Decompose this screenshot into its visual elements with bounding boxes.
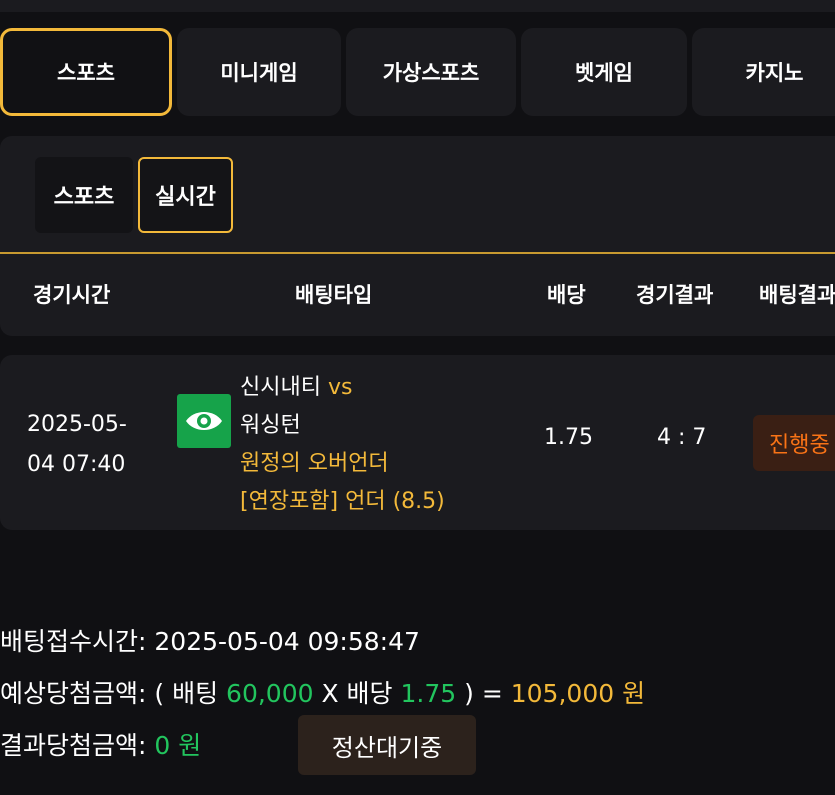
header-match-time: 경기시간: [33, 283, 111, 307]
tab-virtual-sports[interactable]: 가상스포츠: [346, 28, 516, 116]
bet-history-panel: 스포츠 실시간 경기시간 배팅타입 배당 경기결과 배팅결과: [0, 136, 835, 336]
bet-type: 원정의 오버언더: [240, 451, 389, 476]
divider: [0, 252, 835, 254]
top-bar: [0, 0, 835, 12]
header-bet-type: 배팅타입: [295, 283, 373, 307]
result-amount: 0 원: [154, 731, 202, 760]
team-away: 워싱턴: [240, 413, 301, 438]
header-bet-result: 배팅결과: [759, 283, 835, 307]
match-score: 4 : 7: [657, 425, 707, 450]
status-badge: 진행중: [753, 415, 835, 471]
bet-info: 신시내티 vs 워싱턴 원정의 오버언더 [연장포함] 언더 (8.5): [240, 369, 445, 521]
expected-win-line: 예상당첨금액: ( 배팅 60,000 X 배당 1.75 ) = 105,00…: [0, 679, 646, 708]
subtab-sports[interactable]: 스포츠: [35, 157, 133, 233]
tab-betgame[interactable]: 벳게임: [521, 28, 687, 116]
expected-total: 105,000 원: [510, 679, 646, 708]
result-win-line: 결과당첨금액: 0 원: [0, 731, 202, 760]
tab-minigame[interactable]: 미니게임: [177, 28, 341, 116]
settlement-pending-button[interactable]: 정산대기중: [298, 715, 476, 775]
expected-odds: 1.75: [400, 679, 457, 708]
bet-detail: [연장포함] 언더 (8.5): [240, 489, 445, 514]
tab-casino[interactable]: 카지노: [692, 28, 835, 116]
team-home: 신시내티: [240, 375, 321, 400]
bet-amount: 60,000: [226, 679, 314, 708]
category-tabs: 스포츠 미니게임 가상스포츠 벳게임 카지노: [0, 28, 835, 118]
subtab-live[interactable]: 실시간: [138, 157, 233, 233]
received-time-line: 배팅접수시간: 2025-05-04 09:58:47: [0, 627, 420, 656]
match-datetime: 2025-05- 04 07:40: [27, 412, 127, 477]
odds-value: 1.75: [544, 425, 593, 450]
tab-sports[interactable]: 스포츠: [0, 28, 172, 116]
header-match-result: 경기결과: [636, 283, 714, 307]
header-odds: 배당: [547, 283, 586, 307]
vs-label: vs: [327, 375, 353, 400]
table-row: 2025-05- 04 07:40 신시내티 vs 워싱턴 원정의 오버언더 […: [0, 355, 835, 530]
eye-icon[interactable]: [177, 394, 231, 448]
